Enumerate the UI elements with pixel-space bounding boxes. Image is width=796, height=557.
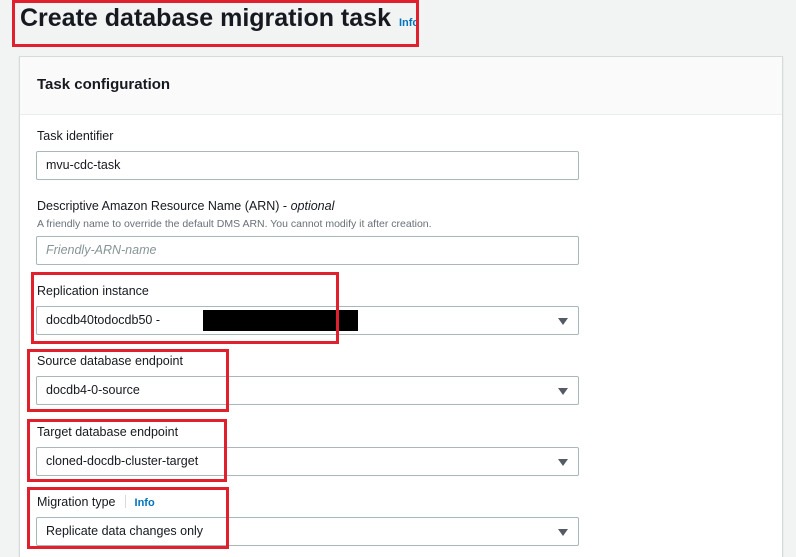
page: Create database migration task Info Task…: [0, 0, 796, 557]
arn-label-text: Descriptive Amazon Resource Name (ARN): [37, 199, 280, 213]
panel-header: Task configuration: [20, 57, 782, 115]
highlight-title: [12, 0, 419, 47]
arn-placeholder: Friendly-ARN-name: [46, 243, 157, 257]
highlight-source-endpoint: [27, 349, 229, 412]
caret-down-icon: [558, 388, 568, 395]
highlight-target-endpoint: [27, 419, 227, 482]
task-identifier-value: mvu-cdc-task: [46, 158, 121, 172]
caret-down-icon: [558, 318, 568, 325]
arn-optional: optional: [290, 199, 335, 213]
task-identifier-input[interactable]: mvu-cdc-task: [36, 151, 579, 180]
arn-description: A friendly name to override the default …: [37, 218, 432, 230]
caret-down-icon: [558, 459, 568, 466]
caret-down-icon: [558, 529, 568, 536]
task-identifier-label: Task identifier: [37, 129, 114, 143]
highlight-replication-instance: [31, 272, 339, 344]
panel-title: Task configuration: [37, 76, 171, 93]
arn-label: Descriptive Amazon Resource Name (ARN) -…: [37, 199, 334, 213]
highlight-migration-type: [27, 487, 229, 549]
arn-label-sep: -: [279, 199, 291, 213]
arn-input[interactable]: Friendly-ARN-name: [36, 236, 579, 265]
